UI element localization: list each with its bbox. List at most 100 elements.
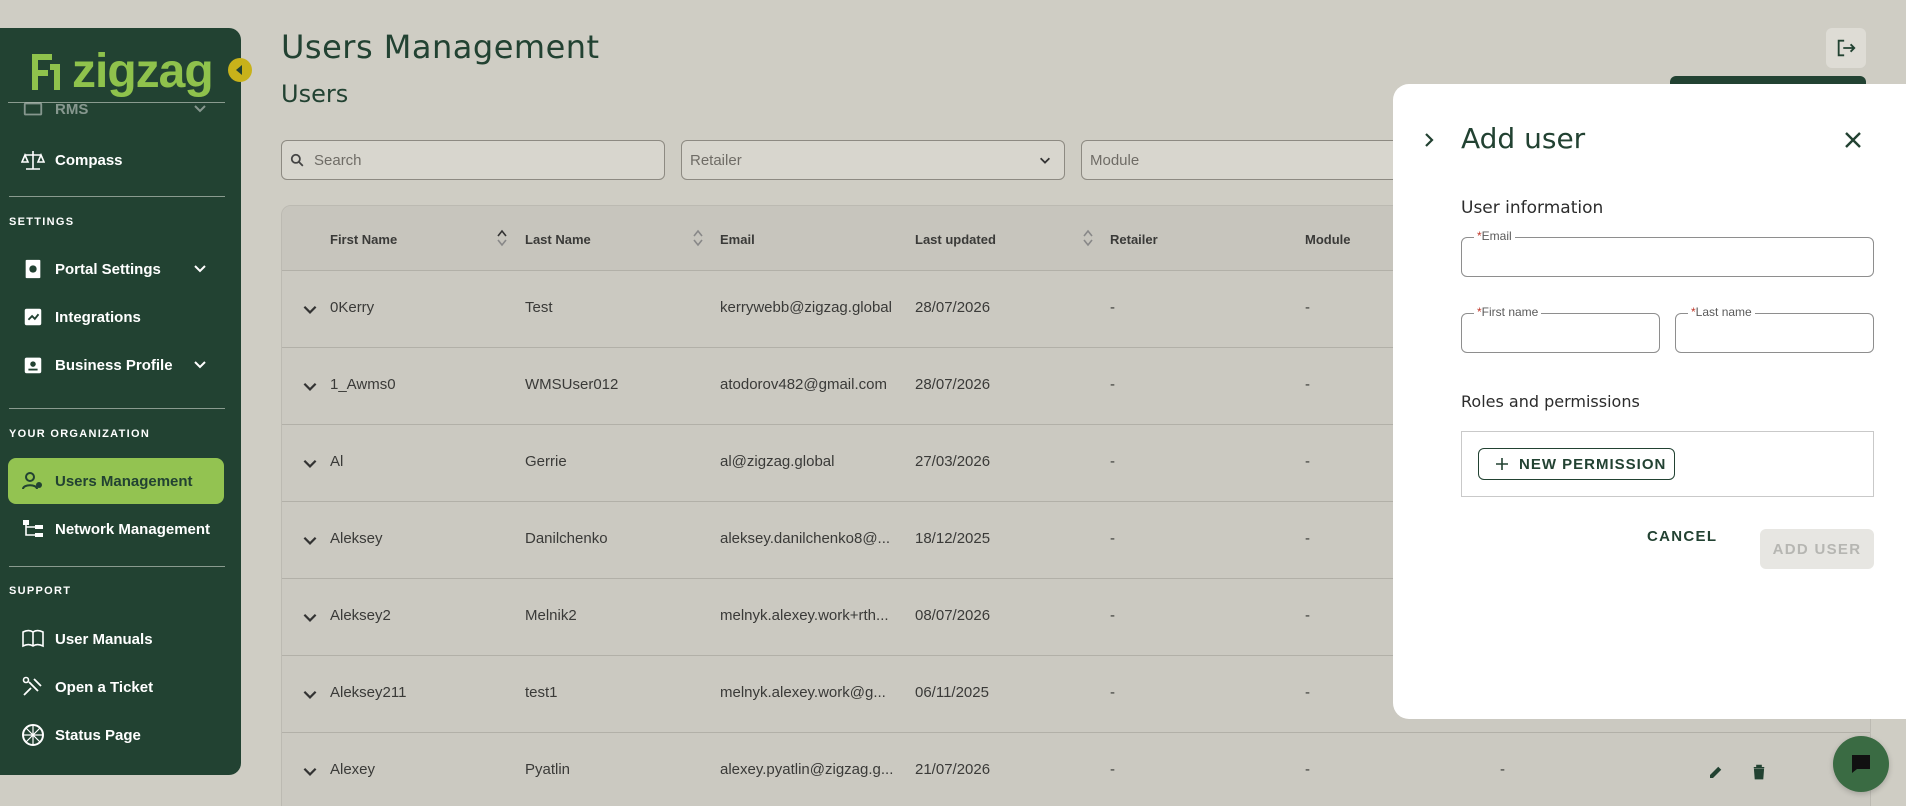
cell-last-updated: 06/11/2025 bbox=[915, 684, 989, 701]
sidebar-item-integrations[interactable]: Integrations bbox=[8, 294, 224, 340]
expand-row-icon[interactable] bbox=[301, 608, 319, 626]
page-title: Users Management bbox=[281, 28, 600, 66]
expand-row-icon[interactable] bbox=[301, 300, 319, 318]
edit-icon[interactable] bbox=[1707, 763, 1725, 781]
cell-email: kerrywebb@zigzag.global bbox=[720, 299, 892, 316]
sidebar-item-rms[interactable]: RMS bbox=[8, 86, 224, 132]
cell-email: aleksey.danilchenko8@... bbox=[720, 530, 891, 547]
sidebar-item-users-management[interactable]: Users Management bbox=[8, 458, 224, 504]
sidebar-collapse-button[interactable] bbox=[228, 58, 252, 82]
cell-retailer: - bbox=[1110, 299, 1115, 316]
cell-last-updated: 28/07/2026 bbox=[915, 376, 991, 393]
table-row[interactable]: Alexey Pyatlin alexey.pyatlin@zigzag.g..… bbox=[282, 733, 1870, 806]
cell-module: - bbox=[1305, 761, 1310, 778]
module-select[interactable]: Module bbox=[1081, 140, 1411, 180]
network-icon bbox=[21, 517, 45, 541]
sidebar-divider bbox=[9, 408, 225, 409]
chevron-down-icon bbox=[194, 361, 206, 369]
new-permission-button[interactable]: NEW PERMISSION bbox=[1478, 448, 1675, 480]
first-name-input[interactable] bbox=[1474, 324, 1647, 341]
sidebar-item-portal-settings[interactable]: Portal Settings bbox=[8, 246, 224, 292]
chat-button[interactable] bbox=[1833, 736, 1889, 792]
cell-first-name: Aleksey2 bbox=[330, 607, 391, 624]
cell-last-name: test1 bbox=[525, 684, 558, 701]
sort-icon[interactable] bbox=[497, 228, 507, 248]
first-name-field-label: *First name bbox=[1474, 305, 1542, 319]
sidebar-item-label: Integrations bbox=[55, 308, 141, 326]
caret-left-icon bbox=[236, 65, 242, 75]
chevron-down-icon bbox=[194, 105, 206, 113]
plus-icon bbox=[1496, 458, 1508, 470]
expand-row-icon[interactable] bbox=[301, 377, 319, 395]
delete-icon[interactable] bbox=[1750, 763, 1768, 781]
module-placeholder: Module bbox=[1090, 151, 1140, 169]
sidebar-item-status-page[interactable]: Status Page bbox=[8, 712, 224, 758]
cell-last-updated: 28/07/2026 bbox=[915, 299, 991, 316]
first-name-field[interactable]: *First name bbox=[1461, 305, 1660, 353]
sidebar-item-business-profile[interactable]: Business Profile bbox=[8, 342, 224, 388]
sidebar-item-label: RMS bbox=[55, 100, 89, 118]
sidebar: zigzag RMS Compass SETTINGS Portal Setti… bbox=[0, 28, 241, 775]
add-user-submit-button[interactable]: ADD USER bbox=[1760, 529, 1874, 569]
email-input[interactable] bbox=[1474, 248, 1861, 265]
add-user-drawer: Add user User information *Email *First … bbox=[1393, 84, 1906, 719]
cell-email: melnyk.alexey.work+rth... bbox=[720, 607, 889, 624]
last-name-field[interactable]: *Last name bbox=[1675, 305, 1874, 353]
drawer-title: Add user bbox=[1461, 122, 1586, 155]
sidebar-item-compass[interactable]: Compass bbox=[8, 137, 224, 183]
sidebar-item-label: Compass bbox=[55, 151, 123, 169]
sidebar-item-network-management[interactable]: Network Management bbox=[8, 506, 224, 552]
section-title: Users bbox=[281, 80, 349, 108]
sidebar-item-label: Network Management bbox=[55, 520, 211, 538]
sidebar-item-open-ticket[interactable]: Open a Ticket bbox=[8, 664, 224, 710]
ticket-icon bbox=[21, 675, 45, 699]
column-header-last-updated[interactable]: Last updated bbox=[915, 232, 996, 247]
integrations-icon bbox=[21, 305, 45, 329]
cell-last-updated: 08/07/2026 bbox=[915, 607, 991, 624]
cell-last-name: Pyatlin bbox=[525, 761, 571, 778]
first-name-label-text: First name bbox=[1481, 305, 1539, 319]
column-header-first-name[interactable]: First Name bbox=[330, 232, 397, 247]
cell-first-name: Aleksey211 bbox=[330, 684, 407, 701]
cell-module: - bbox=[1305, 376, 1310, 393]
expand-row-icon[interactable] bbox=[301, 762, 319, 780]
expand-row-icon[interactable] bbox=[301, 531, 319, 549]
column-header-last-name[interactable]: Last Name bbox=[525, 232, 591, 247]
search-field[interactable]: Search bbox=[281, 140, 665, 180]
last-name-field-label: *Last name bbox=[1688, 305, 1755, 319]
cell-first-name: 0Kerry bbox=[330, 299, 375, 316]
chat-icon bbox=[1852, 755, 1870, 773]
logout-button[interactable] bbox=[1826, 28, 1866, 68]
user-information-heading: User information bbox=[1461, 198, 1604, 218]
sort-icon[interactable] bbox=[1083, 228, 1093, 248]
new-permission-label: NEW PERMISSION bbox=[1519, 455, 1667, 473]
cell-retailer: - bbox=[1110, 684, 1115, 701]
roles-permissions-heading: Roles and permissions bbox=[1461, 392, 1640, 411]
cell-last-name: WMSUser012 bbox=[525, 376, 619, 393]
cell-module: - bbox=[1305, 530, 1310, 547]
scales-icon bbox=[21, 148, 45, 172]
permissions-container: NEW PERMISSION bbox=[1461, 431, 1874, 497]
cell-email: atodorov482@gmail.com bbox=[720, 376, 887, 393]
email-field[interactable]: *Email bbox=[1461, 229, 1874, 277]
cell-last-name: Test bbox=[525, 299, 553, 316]
last-name-input[interactable] bbox=[1688, 324, 1861, 341]
section-label-support: SUPPORT bbox=[9, 585, 72, 597]
expand-row-icon[interactable] bbox=[301, 454, 319, 472]
cell-email: melnyk.alexey.work@g... bbox=[720, 684, 886, 701]
cancel-button[interactable]: CANCEL bbox=[1647, 528, 1717, 545]
cell-last-name: Danilchenko bbox=[525, 530, 608, 547]
sidebar-item-label: Status Page bbox=[55, 726, 141, 744]
settings-doc-icon bbox=[21, 257, 45, 281]
sidebar-item-user-manuals[interactable]: User Manuals bbox=[8, 616, 224, 662]
sort-icon[interactable] bbox=[693, 228, 703, 248]
section-label-settings: SETTINGS bbox=[9, 216, 75, 228]
chevron-right-icon[interactable] bbox=[1417, 128, 1441, 152]
close-icon[interactable] bbox=[1841, 128, 1865, 152]
expand-row-icon[interactable] bbox=[301, 685, 319, 703]
rms-icon bbox=[21, 97, 45, 121]
cell-retailer: - bbox=[1110, 530, 1115, 547]
section-label-org: YOUR ORGANIZATION bbox=[9, 428, 151, 440]
cell-last-name: Gerrie bbox=[525, 453, 567, 470]
retailer-select[interactable]: Retailer bbox=[681, 140, 1065, 180]
